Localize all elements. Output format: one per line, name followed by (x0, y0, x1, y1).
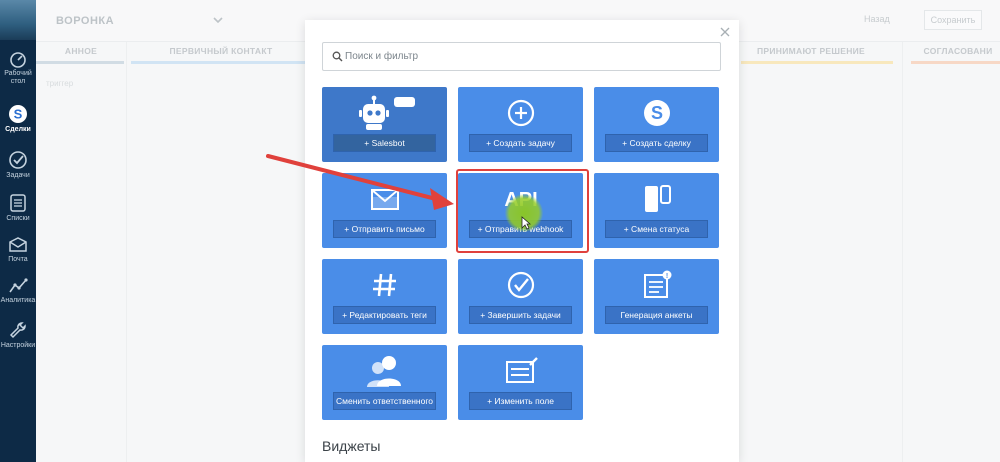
tile-create-task[interactable]: + Создать задачу (458, 87, 583, 162)
sidebar-item-deals[interactable]: S Сделки (0, 104, 36, 134)
sidebar-item-analytics[interactable]: Аналитика (0, 277, 36, 305)
settings-icon (9, 322, 26, 339)
tile-create-deal[interactable]: S + Создать сделку (594, 87, 719, 162)
dashboard-icon (10, 52, 26, 68)
mail-icon (9, 237, 27, 252)
widgets-section-title: Виджеты (322, 438, 381, 454)
red-arrow-annotation (266, 154, 454, 210)
tile-change-status[interactable]: + Смена статуса (594, 173, 719, 248)
tile-change-field[interactable]: + Изменить поле (458, 345, 583, 420)
tile-edit-tags[interactable]: + Редактировать теги (322, 259, 447, 334)
sidebar-item-label: Аналитика (0, 297, 36, 304)
form-icon: ! (643, 270, 671, 298)
sidebar-item-settings[interactable]: Настройки (0, 320, 36, 350)
sidebar-item-tasks[interactable]: Задачи (0, 150, 36, 180)
status-change-icon (644, 185, 671, 212)
close-icon[interactable] (719, 26, 731, 38)
sidebar-item-dashboard[interactable]: Рабочий стол (0, 50, 36, 86)
tasks-icon (9, 151, 27, 169)
tile-generate-form[interactable]: ! Генерация анкеты (594, 259, 719, 334)
tile-change-responsible[interactable]: Сменить ответственного (322, 345, 447, 420)
tile-label: + Создать задачу (469, 134, 572, 152)
sidebar-item-label: Списки (6, 215, 30, 222)
check-circle-icon (507, 271, 534, 299)
sidebar-item-label: Задачи (6, 172, 30, 179)
edit-field-icon (505, 357, 538, 383)
search-input[interactable] (345, 43, 715, 70)
left-sidebar: Рабочий стол S Сделки Задачи Списки Почт… (0, 0, 36, 462)
dollar-icon: S (643, 100, 670, 126)
tile-label: + Смена статуса (605, 220, 708, 238)
sidebar-item-label: Сделки (5, 126, 31, 133)
plus-circle-icon (507, 99, 534, 127)
search-icon (332, 51, 343, 62)
robot-icon (358, 95, 415, 130)
tile-complete-tasks[interactable]: + Завершить задачи (458, 259, 583, 334)
mouse-pointer-icon (521, 216, 531, 230)
tile-label: + Завершить задачи (469, 306, 572, 324)
tile-label: + Создать сделку (605, 134, 708, 152)
sidebar-item-lists[interactable]: Списки (0, 193, 36, 223)
svg-text:S: S (14, 107, 23, 122)
tile-label: Сменить ответственного (333, 392, 436, 410)
analytics-icon (9, 278, 28, 293)
tile-label: + Редактировать теги (333, 306, 436, 324)
hashtag-icon (372, 273, 396, 297)
search-field[interactable] (322, 42, 721, 71)
sidebar-item-label: стол (10, 78, 26, 85)
sidebar-item-mail[interactable]: Почта (0, 236, 36, 264)
sidebar-item-label: Настройки (0, 342, 36, 349)
app-logo[interactable] (0, 0, 36, 40)
svg-text:!: ! (665, 273, 667, 280)
sidebar-item-label: Почта (8, 256, 28, 263)
tile-label: + Отправить письмо (333, 220, 436, 238)
tile-label: + Изменить поле (469, 392, 572, 410)
lists-icon (10, 194, 26, 212)
sidebar-item-label: Рабочий (4, 70, 32, 77)
deals-icon: S (9, 105, 27, 123)
users-icon (366, 356, 401, 387)
tile-label: Генерация анкеты (605, 306, 708, 324)
